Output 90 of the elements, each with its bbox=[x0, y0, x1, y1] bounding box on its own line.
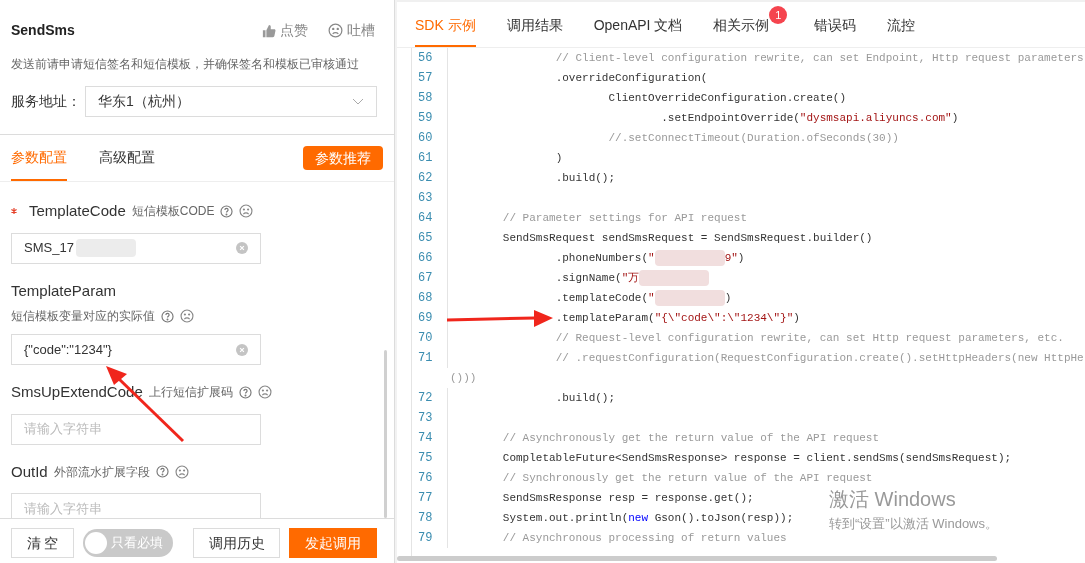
clear-button[interactable]: 清 空 bbox=[11, 528, 74, 558]
line-number: 68 bbox=[412, 288, 448, 308]
code-line: .build(); bbox=[555, 392, 616, 404]
code-line: .templateCode(" ) bbox=[555, 292, 732, 304]
line-number: 73 bbox=[412, 408, 448, 428]
line-number: 58 bbox=[412, 88, 448, 108]
frown-icon[interactable] bbox=[239, 204, 254, 219]
api-title: SendSms bbox=[11, 21, 75, 40]
service-label: 服务地址： bbox=[11, 92, 82, 111]
code-line: .templateParam("{\"code\":\"1234\"}") bbox=[555, 312, 800, 324]
param-description: 短信模板变量对应的实际值 bbox=[11, 308, 155, 324]
code-line: SendSmsRequest sendSmsRequest = SendSmsRequest.builder() bbox=[502, 232, 873, 244]
blurred-text bbox=[654, 290, 725, 307]
code-line: .signName("万 bbox=[555, 272, 710, 284]
code-line: .setEndpointOverride("dysmsapi.aliyuncs.com") bbox=[661, 112, 959, 124]
like-button[interactable]: 点赞 bbox=[262, 20, 308, 41]
param-input[interactable]: SMS_17 bbox=[11, 232, 261, 264]
help-icon[interactable] bbox=[161, 309, 174, 323]
code-line: .overrideConfiguration( bbox=[555, 72, 708, 84]
code-line: ) bbox=[555, 152, 563, 164]
frown-icon[interactable] bbox=[174, 464, 189, 479]
code-line: SendSmsResponse resp = response.get(); bbox=[502, 492, 754, 504]
line-number: 71 bbox=[412, 348, 448, 368]
result-tab[interactable]: 调用结果 bbox=[506, 5, 563, 47]
param-description: 上行短信扩展码 bbox=[148, 384, 233, 401]
code-line: // Asynchronous processing of return values bbox=[502, 532, 787, 544]
line-number: 74 bbox=[412, 428, 448, 448]
code-line: // .requestConfiguration(RequestConfiguration.create().setHttpHeaders(new HttpHe bbox=[555, 352, 1084, 364]
param-name: TemplateCode bbox=[29, 201, 126, 221]
line-number: 75 bbox=[412, 448, 448, 468]
code-line: // Asynchronously get the return value of the API request bbox=[502, 432, 880, 444]
code-line: System.out.println(new Gson().toJson(resp)); bbox=[502, 512, 794, 524]
line-number: 77 bbox=[412, 488, 448, 508]
clear-icon[interactable] bbox=[236, 242, 248, 254]
help-icon[interactable] bbox=[220, 204, 234, 218]
result-tab[interactable]: 错误码 bbox=[814, 5, 857, 47]
notice-text: 发送前请申请短信签名和短信模板，并确保签名和模板已审核通过 bbox=[11, 56, 360, 73]
param-description: 短信模板CODE bbox=[131, 203, 215, 220]
param-input[interactable]: {"code":"1234"} bbox=[11, 334, 261, 365]
param-description: 外部流水扩展字段 bbox=[53, 463, 150, 480]
line-number: 64 bbox=[412, 208, 448, 228]
frown-icon[interactable] bbox=[257, 385, 272, 400]
help-icon[interactable] bbox=[238, 385, 252, 399]
config-tab[interactable]: 高级配置 bbox=[99, 135, 155, 181]
frown-icon[interactable] bbox=[180, 309, 194, 323]
line-number: 60 bbox=[412, 128, 448, 148]
code-line: // Parameter settings for API request bbox=[502, 212, 748, 224]
scrollbar[interactable] bbox=[384, 350, 387, 518]
thumbs-up-icon bbox=[262, 23, 276, 38]
line-number: 57 bbox=[412, 68, 448, 88]
code-line: // Request-level configuration rewrite, can set Http request parameters, etc. bbox=[555, 332, 1064, 344]
line-number: 56 bbox=[412, 48, 448, 68]
complain-button[interactable]: 吐槽 bbox=[328, 20, 375, 41]
code-line: CompletableFuture<SendSmsResponse> response = client.sendSms(sendSmsRequest); bbox=[502, 452, 1012, 464]
activation-text: 转到“设置”以激活 Windows。 bbox=[829, 515, 998, 533]
blurred-text bbox=[654, 250, 725, 267]
line-number: 70 bbox=[412, 328, 448, 348]
code-line: //.setConnectTimeout(Duration.ofSeconds(30)) bbox=[608, 132, 899, 144]
count-badge: 1 bbox=[769, 6, 788, 24]
line-number: 61 bbox=[412, 148, 448, 168]
code-line: .phoneNumbers(" 9") bbox=[555, 252, 745, 264]
code-line: ClientOverrideConfiguration.create() bbox=[608, 92, 847, 104]
line-number: 69 bbox=[412, 308, 448, 328]
chevron-down-icon bbox=[352, 97, 364, 106]
param-name: TemplateParam bbox=[11, 280, 117, 301]
activation-title: 激活 Windows bbox=[829, 487, 957, 512]
horizontal-scrollbar[interactable] bbox=[397, 556, 997, 561]
param-name: OutId bbox=[11, 461, 48, 482]
line-number: 59 bbox=[412, 108, 448, 128]
line-number: 67 bbox=[412, 268, 448, 288]
line-number: 62 bbox=[412, 168, 448, 188]
blurred-text bbox=[639, 270, 710, 287]
clear-icon[interactable] bbox=[236, 343, 248, 356]
line-number: 63 bbox=[412, 188, 448, 208]
help-icon[interactable] bbox=[155, 465, 169, 479]
line-number: 76 bbox=[412, 468, 448, 488]
code-line: .build(); bbox=[555, 172, 616, 184]
code-line: // Client-level configuration rewrite, can set Endpoint, Http request parameters bbox=[555, 52, 1084, 64]
line-number: 79 bbox=[412, 528, 448, 548]
line-number: 65 bbox=[412, 228, 448, 248]
code-line: // Synchronously get the return value of the API request bbox=[502, 472, 873, 484]
frown-icon[interactable] bbox=[328, 23, 343, 38]
service-select[interactable]: 华东1（杭州） bbox=[85, 86, 377, 117]
line-number: 72 bbox=[412, 388, 448, 408]
history-button[interactable]: 调用历史 bbox=[193, 528, 280, 558]
line-number: 78 bbox=[412, 508, 448, 528]
code-line: ())) bbox=[450, 372, 477, 384]
line-number: 66 bbox=[412, 248, 448, 268]
result-tab[interactable]: OpenAPI 文档 bbox=[593, 5, 683, 47]
result-tab[interactable]: 流控 bbox=[887, 5, 916, 47]
